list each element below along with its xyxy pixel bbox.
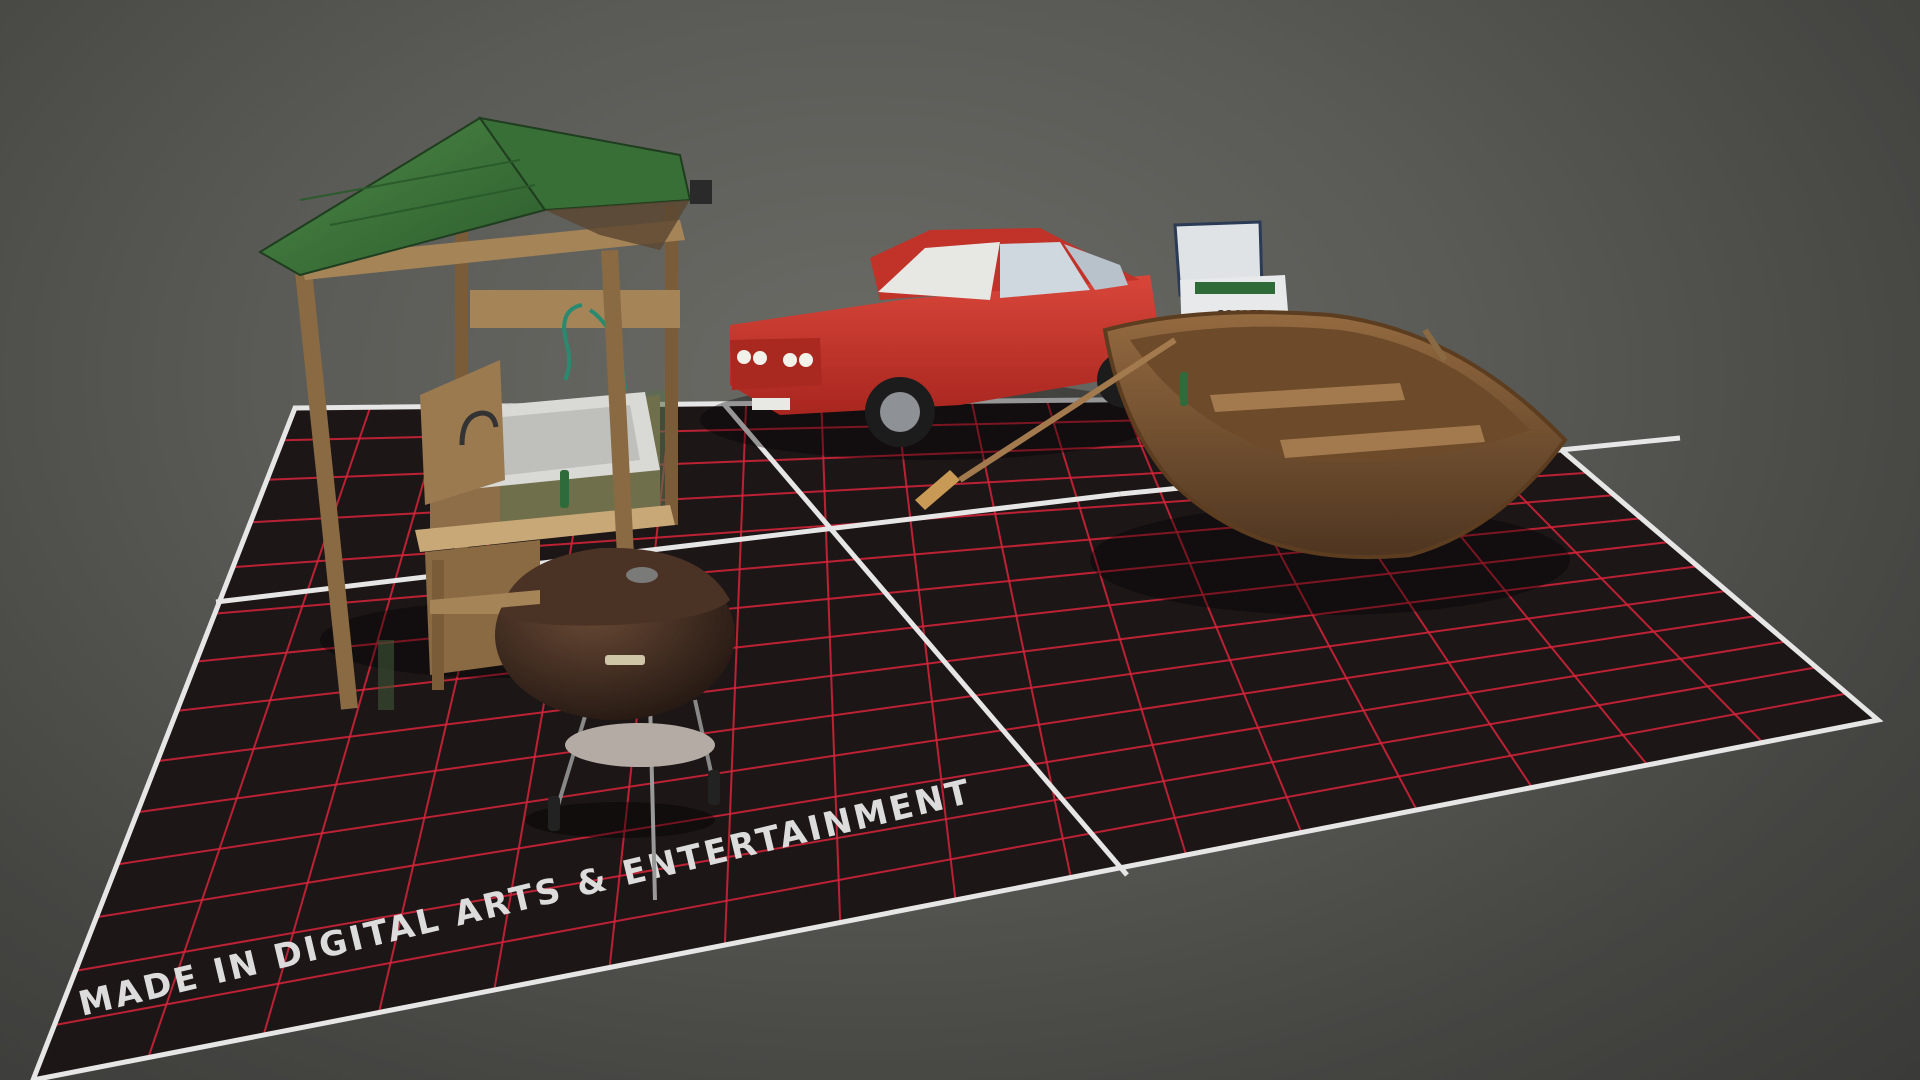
grill-handle [605, 655, 645, 665]
roof-light [690, 180, 712, 204]
grill-vent-icon [626, 567, 658, 583]
pavilion-back-post-right [665, 205, 678, 525]
red-car [700, 228, 1165, 460]
bottle-in-boat [1180, 372, 1188, 406]
floor-grid [30, 393, 1884, 1080]
grill-wheel-left [548, 796, 560, 831]
grill-ash-tray [565, 723, 715, 767]
headlight-left-2 [753, 351, 767, 365]
headlight-right-2 [799, 353, 813, 367]
headlight-left-1 [737, 350, 751, 364]
grill-wheel-right [708, 770, 720, 805]
cooler-bottles [1195, 282, 1275, 294]
license-plate [752, 398, 790, 410]
scene-canvas: MADE IN DIGITAL ARTS & ENTERTAINMENT [30, 116, 1884, 1080]
bottle-on-sink [560, 470, 569, 508]
headlight-right-1 [783, 353, 797, 367]
scene: MADE IN DIGITAL ARTS & ENTERTAINMENT [0, 0, 1920, 1080]
